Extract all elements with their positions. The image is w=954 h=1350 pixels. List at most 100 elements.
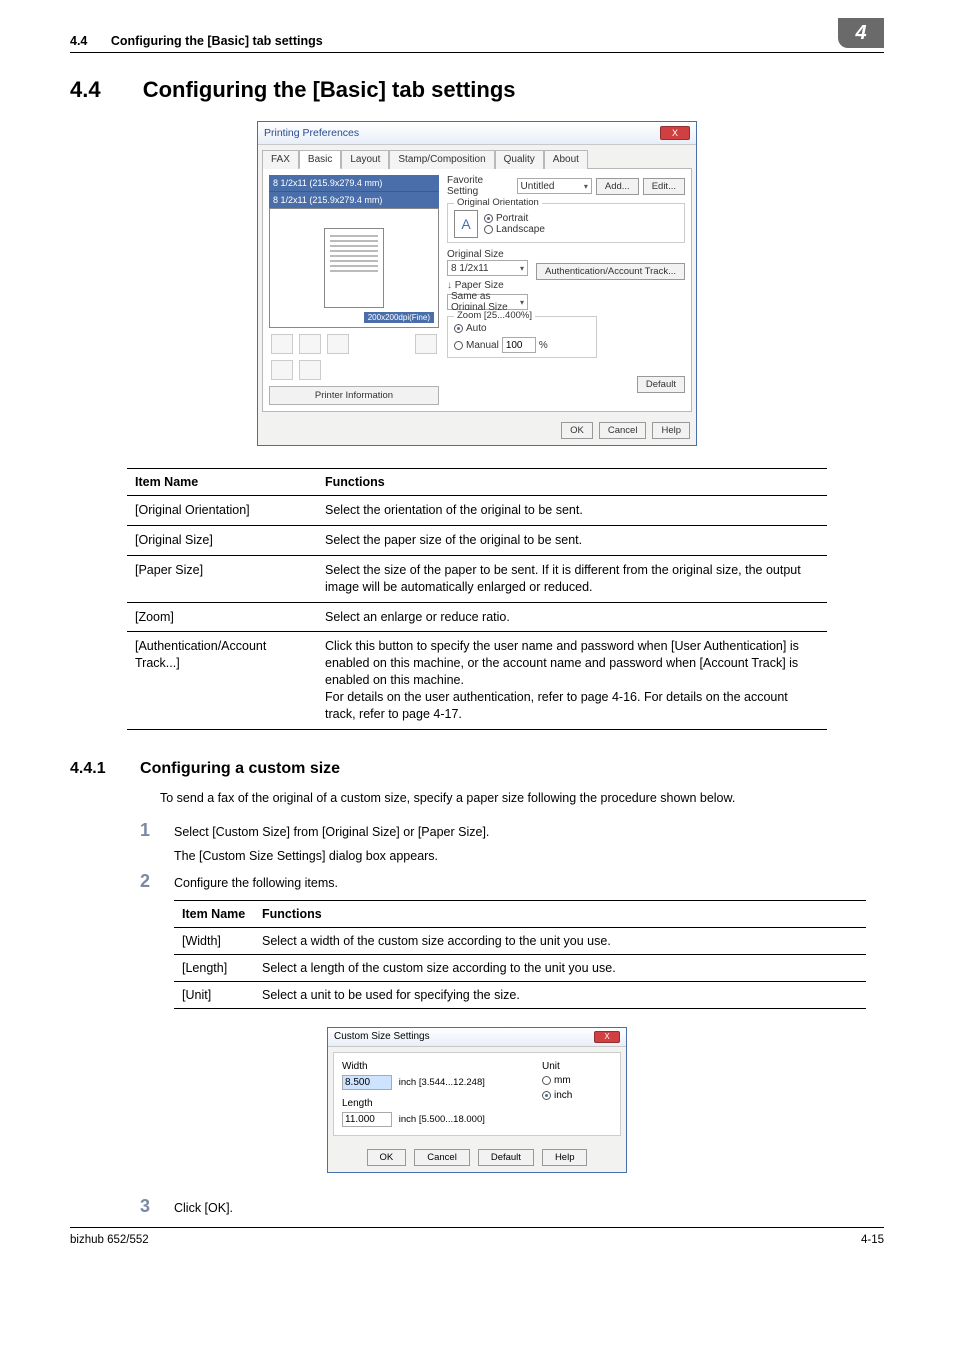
zoom-auto-radio[interactable]: Auto [454,323,590,334]
favorite-setting-select[interactable]: Untitled ▾ [517,178,592,194]
zoom-manual-radio[interactable]: Manual % [454,337,590,353]
step-1: 1 Select [Custom Size] from [Original Si… [140,821,884,865]
portrait-radio[interactable]: Portrait [484,213,545,224]
paper-size-select[interactable]: Same as Original Size ▾ [447,294,528,310]
step-2: 2 Configure the following items. [140,872,884,892]
cancel-button[interactable]: Cancel [599,422,647,439]
zoom-group: Zoom [25...400%] Auto Manual % [447,316,597,358]
tab-fax[interactable]: FAX [262,150,299,169]
zoom-value-input[interactable] [502,337,536,353]
printer-information-button[interactable]: Printer Information [269,386,439,405]
step-text: Configure the following items. [174,872,884,892]
window-titlebar: Custom Size Settings X [328,1028,626,1047]
zoom-group-label: Zoom [25...400%] [454,310,535,321]
custom-size-window: Custom Size Settings X Width inch [3.544… [327,1027,627,1173]
table-cell: Select a unit to be used for specifying … [254,981,866,1008]
tab-about[interactable]: About [544,150,588,169]
window-title: Custom Size Settings [334,1031,430,1042]
table-header: Functions [317,469,827,496]
table-cell: Click this button to specify the user na… [317,632,827,729]
length-input[interactable] [342,1112,392,1127]
printing-preferences-figure: Printing Preferences X FAX Basic Layout … [257,121,697,446]
footer-page-number: 4-15 [861,1234,884,1246]
preview-tool-icon[interactable] [299,360,321,380]
table-header: Item Name [174,900,254,927]
intro-paragraph: To send a fax of the original of a custo… [160,790,884,808]
tab-quality[interactable]: Quality [495,150,544,169]
ok-button[interactable]: OK [367,1149,407,1166]
landscape-radio[interactable]: Landscape [484,224,545,235]
table-cell: Select an enlarge or reduce ratio. [317,602,827,632]
header-rule [70,52,884,53]
printing-preferences-window: Printing Preferences X FAX Basic Layout … [257,121,697,446]
window-title: Printing Preferences [264,127,359,139]
favorite-setting-label: Favorite Setting [447,175,513,197]
step-number: 3 [140,1197,174,1217]
preview-tool-icon[interactable] [415,334,437,354]
section-title: Configuring the [Basic] tab settings [143,77,516,102]
favorite-setting-row: Favorite Setting Untitled ▾ Add... Edit.… [447,175,685,197]
preview-tool-icon[interactable] [271,334,293,354]
step-text: Select [Custom Size] from [Original Size… [174,821,884,865]
tab-body: 8 1/2x11 (215.9x279.4 mm) 8 1/2x11 (215.… [262,168,692,412]
chapter-badge: 4 [838,18,884,48]
unit-inch-radio[interactable]: inch [542,1090,612,1101]
basic-tab-items-table: Item Name Functions [Original Orientatio… [127,468,827,730]
subsection-number: 4.4.1 [70,760,106,777]
footer-model: bizhub 652/552 [70,1234,149,1246]
chevron-down-icon: ▾ [520,264,524,273]
default-button[interactable]: Default [478,1149,534,1166]
table-cell: Select the paper size of the original to… [317,525,827,555]
table-cell: Select the orientation of the original t… [317,496,827,526]
close-icon[interactable]: X [594,1031,620,1043]
help-button[interactable]: Help [652,422,690,439]
preview-size-line2: 8 1/2x11 (215.9x279.4 mm) [269,191,439,208]
table-cell: [Paper Size] [127,555,317,602]
unit-mm-radio[interactable]: mm [542,1075,612,1086]
preview-tool-icon[interactable] [299,334,321,354]
original-orientation-group: Original Orientation A Portrait Landscap… [447,203,685,243]
table-cell: Select a length of the custom size accor… [254,954,866,981]
tab-stamp[interactable]: Stamp/Composition [389,150,494,169]
width-input[interactable] [342,1075,392,1090]
preview-tool-icon[interactable] [327,334,349,354]
chevron-down-icon: ▾ [584,182,588,191]
preview-sheet-icon [324,228,384,308]
preview-resolution-badge: 200x200dpi(Fine) [364,312,434,323]
authentication-account-track-button[interactable]: Authentication/Account Track... [536,263,685,280]
step-3: 3 Click [OK]. [140,1197,884,1217]
preview-size-line1: 8 1/2x11 (215.9x279.4 mm) [269,175,439,191]
ok-button[interactable]: OK [561,422,593,439]
default-button[interactable]: Default [637,376,685,393]
page-header: 4.4 Configuring the [Basic] tab settings… [70,0,884,48]
table-header: Item Name [127,469,317,496]
help-button[interactable]: Help [542,1149,588,1166]
preview-tool-icon[interactable] [271,360,293,380]
tab-layout[interactable]: Layout [341,150,389,169]
arrow-down-icon: ↓ [447,280,452,291]
custom-size-items-table: Item Name Functions [Width]Select a widt… [174,900,866,1009]
original-size-label: Original Size [447,249,528,260]
table-cell: [Original Size] [127,525,317,555]
table-cell: [Original Orientation] [127,496,317,526]
step-number: 2 [140,872,174,892]
custom-size-figure: Custom Size Settings X Width inch [3.544… [70,1027,884,1173]
width-label: Width [342,1061,528,1072]
header-section-title: Configuring the [Basic] tab settings [111,34,323,48]
zoom-percent-label: % [539,340,548,351]
header-left: 4.4 Configuring the [Basic] tab settings [70,34,323,48]
table-cell: Select a width of the custom size accord… [254,927,866,954]
controls-pane: Favorite Setting Untitled ▾ Add... Edit.… [447,175,685,405]
preview-toolbar [269,328,439,360]
original-size-select[interactable]: 8 1/2x11 ▾ [447,260,528,276]
edit-button[interactable]: Edit... [643,178,685,195]
table-cell: [Zoom] [127,602,317,632]
favorite-setting-value: Untitled [521,181,555,192]
header-section-number: 4.4 [70,34,87,48]
cancel-button[interactable]: Cancel [414,1149,470,1166]
close-icon[interactable]: X [660,126,690,140]
tab-basic[interactable]: Basic [299,150,341,169]
add-button[interactable]: Add... [596,178,639,195]
table-cell: [Length] [174,954,254,981]
step-number: 1 [140,821,174,865]
